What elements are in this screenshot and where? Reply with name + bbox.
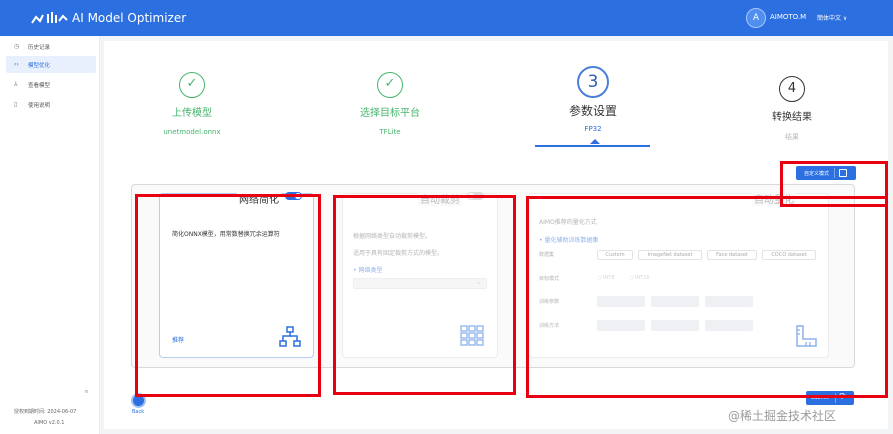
highlight-box-custom-mode: [780, 161, 888, 207]
app-title: AI Model Optimizer: [72, 11, 187, 25]
language-dropdown[interactable]: 簡体中文 ∨: [817, 13, 847, 22]
current-step-caret: [590, 139, 600, 144]
step-title: 参数设置: [568, 104, 617, 118]
sidebar-item-history[interactable]: ◷ 历史记录: [6, 38, 96, 55]
username[interactable]: AIMOTO.M: [770, 13, 806, 21]
current-step-underline: [535, 145, 650, 147]
license-expiry: 授权到期时间: 2024-06-07: [14, 409, 77, 415]
step-target-platform[interactable]: ✓ 选择目标平台 TFLite: [345, 72, 435, 136]
avatar[interactable]: A: [746, 8, 766, 28]
main-panel: ✓ 上传模型 unetmodel.onnx ✓ 选择目标平台 TFLite 3 …: [104, 41, 888, 429]
top-bar: AI Model Optimizer A AIMOTO.M 簡体中文 ∨: [0, 0, 893, 36]
sidebar-item-label: 历史记录: [28, 44, 51, 51]
sidebar: ◷ 历史记录 ‹› 模型优化 ⅄ 查看模型 ▯ 使用说明 ≡ 授权到期时间: 2…: [0, 36, 100, 434]
history-icon: ◷: [14, 43, 20, 50]
compare-icon: ⅄: [14, 81, 18, 88]
check-icon: ✓: [377, 72, 403, 98]
step-result[interactable]: 4 转换结果 结果: [754, 76, 830, 142]
highlight-box-prune: [333, 195, 516, 395]
step-number: 4: [779, 76, 805, 102]
check-icon: ✓: [179, 72, 205, 98]
highlight-box-quantize: [526, 196, 888, 398]
watermark: @稀土掘金技术社区: [728, 409, 837, 423]
back-label[interactable]: Back: [132, 409, 144, 415]
doc-icon: ▯: [14, 101, 18, 108]
step-upload[interactable]: ✓ 上传模型 unetmodel.onnx: [154, 72, 230, 136]
sidebar-item-view-model[interactable]: ⅄ 查看模型: [6, 76, 96, 93]
logo-icon: [31, 12, 68, 24]
highlight-box-network: [135, 194, 321, 397]
sidebar-item-label: 使用说明: [28, 102, 51, 109]
step-params[interactable]: 3 参数设置 FP32: [545, 66, 641, 133]
code-icon: ‹›: [14, 61, 19, 68]
step-title: 上传模型: [172, 108, 212, 119]
collapse-sidebar-button[interactable]: ≡: [82, 388, 91, 397]
step-subtitle: 结果: [785, 133, 799, 141]
sidebar-item-instructions[interactable]: ▯ 使用说明: [6, 96, 96, 113]
sidebar-item-label: 模型优化: [28, 62, 51, 69]
step-title: 选择目标平台: [360, 108, 420, 119]
step-title: 转换结果: [772, 112, 812, 123]
step-subtitle: TFLite: [379, 128, 401, 136]
sidebar-item-label: 查看模型: [28, 82, 51, 89]
step-subtitle: unetmodel.onnx: [163, 128, 221, 136]
sidebar-item-optimize[interactable]: ‹› 模型优化: [6, 56, 96, 73]
step-number: 3: [577, 66, 609, 98]
step-subtitle: FP32: [584, 125, 602, 133]
version-label: AIMO v2.0.1: [34, 420, 65, 426]
